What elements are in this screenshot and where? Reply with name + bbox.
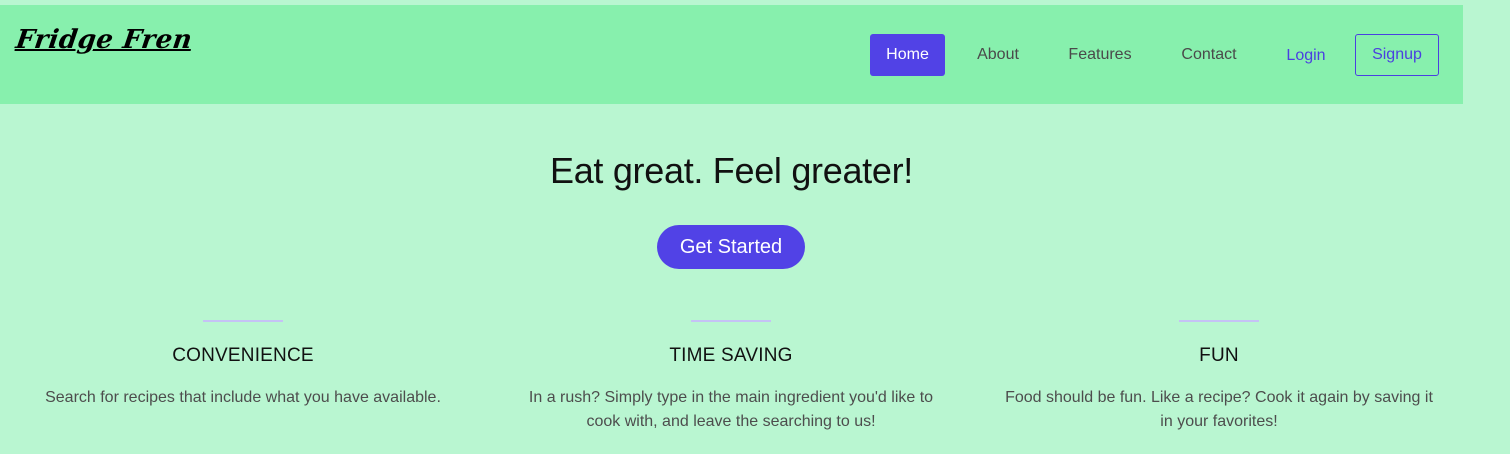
feature-title: TIME SAVING: [669, 345, 793, 366]
login-link[interactable]: Login: [1276, 35, 1336, 77]
navbar: Fridge Fren Home About Features Contact …: [0, 5, 1463, 104]
signup-button[interactable]: Signup: [1355, 34, 1439, 76]
nav-home-link[interactable]: Home: [870, 34, 945, 76]
feature-description: Search for recipes that include what you…: [45, 389, 441, 406]
feature-divider: [203, 320, 283, 322]
feature-divider: [691, 320, 771, 322]
feature-description: In a rush? Simply type in the main ingre…: [528, 389, 934, 430]
feature-title: CONVENIENCE: [172, 345, 314, 366]
feature-fun: FUN Food should be fun. Like a recipe? C…: [994, 320, 1444, 434]
get-started-button[interactable]: Get Started: [657, 225, 805, 269]
feature-title: FUN: [1199, 345, 1239, 366]
nav-about-link[interactable]: About: [966, 34, 1030, 76]
hero-title: Eat great. Feel greater!: [550, 150, 913, 191]
feature-convenience: CONVENIENCE Search for recipes that incl…: [18, 320, 468, 410]
feature-time-saving: TIME SAVING In a rush? Simply type in th…: [506, 320, 956, 434]
feature-divider: [1179, 320, 1259, 322]
feature-description: Food should be fun. Like a recipe? Cook …: [1005, 389, 1433, 430]
nav-contact-link[interactable]: Contact: [1169, 34, 1249, 76]
nav-features-link[interactable]: Features: [1058, 34, 1142, 76]
brand-logo[interactable]: Fridge Fren: [14, 25, 194, 55]
